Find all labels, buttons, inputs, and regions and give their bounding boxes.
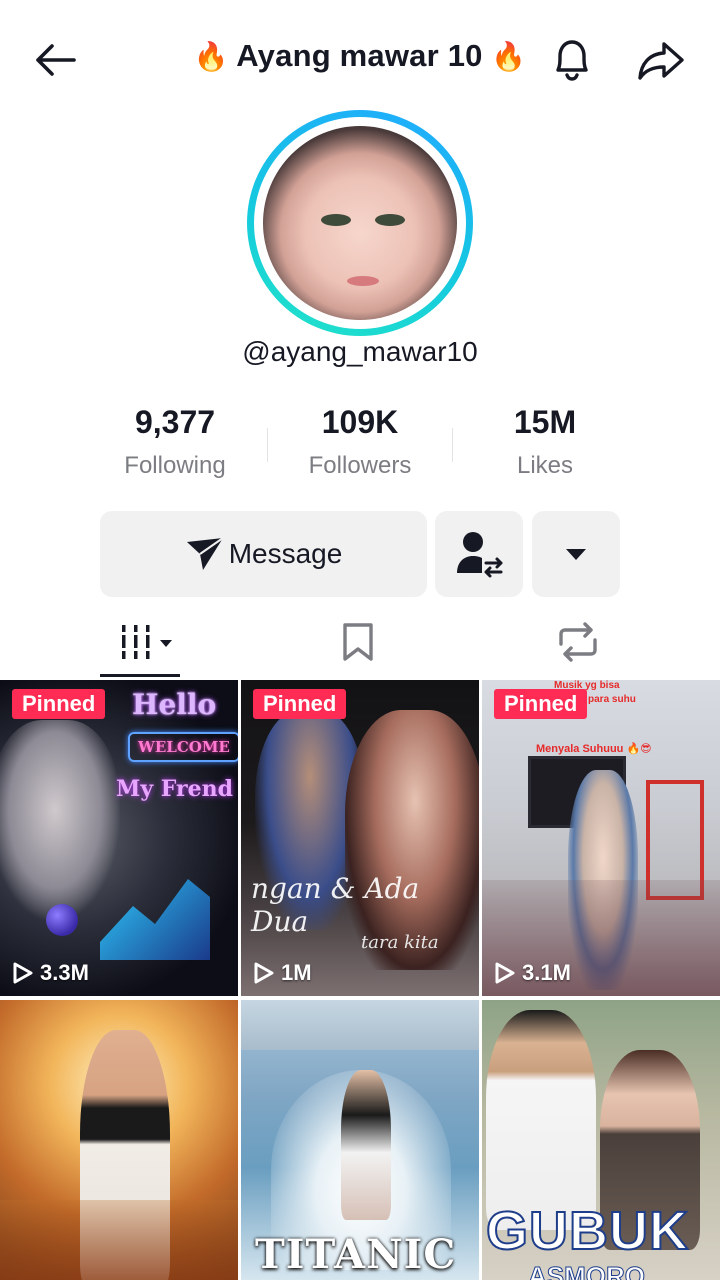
view-count-value: 3.3M xyxy=(40,960,89,985)
video-thumbnail[interactable]: GUBUK ASMORO xyxy=(482,1000,720,1280)
stat-following[interactable]: 9,377 Following xyxy=(82,404,268,480)
play-icon xyxy=(254,962,274,984)
profile-title: 🔥 Ayang mawar 10 🔥 xyxy=(0,38,720,74)
stat-label: Following xyxy=(124,452,226,479)
pinned-badge: Pinned xyxy=(12,689,106,719)
avatar-detail xyxy=(321,214,351,226)
send-icon xyxy=(186,537,224,570)
view-count: 3.1M xyxy=(494,960,571,986)
overlay-text: GUBUK xyxy=(485,1200,689,1262)
stat-likes[interactable]: 15M Likes xyxy=(452,404,638,480)
pinned-badge: Pinned xyxy=(253,689,347,719)
view-count-value: 1M xyxy=(281,960,312,985)
share-button[interactable] xyxy=(634,36,686,84)
video-thumbnail[interactable]: Musik yg bisa kan para suhu Menyala Suhu… xyxy=(482,680,720,996)
message-button[interactable]: Message xyxy=(100,511,427,597)
thumbnail-graphic xyxy=(0,1200,238,1280)
overlay-text: WELCOME xyxy=(128,732,238,762)
overlay-text: TITANIC xyxy=(255,1231,457,1278)
avatar-detail xyxy=(375,214,405,226)
pinned-badge: Pinned xyxy=(494,689,588,719)
stat-value: 109K xyxy=(321,404,399,440)
profile-header: 🔥 Ayang mawar 10 🔥 xyxy=(0,0,720,120)
video-thumbnail[interactable]: ngan & Ada Dua tara kita Pinned 1M xyxy=(241,680,479,996)
overlay-text: ASMORO xyxy=(528,1261,646,1280)
notification-bell-button[interactable] xyxy=(548,34,596,84)
thumbnail-graphic xyxy=(241,1000,479,1050)
bookmark-icon xyxy=(343,623,373,661)
avatar-detail xyxy=(347,276,379,286)
username: @ayang_mawar10 xyxy=(242,336,478,367)
overlay-text: ngan & Ada Dua xyxy=(251,872,420,938)
fire-icon: 🔥 xyxy=(491,41,527,72)
stat-label: Followers xyxy=(308,452,412,479)
play-icon xyxy=(495,962,515,984)
thumbnail-figure xyxy=(0,720,120,920)
overlay-text: Hello xyxy=(132,688,217,721)
video-grid: Hello WELCOME My Frend Pinned 3.3M ngan … xyxy=(0,680,720,1280)
avatar-frame xyxy=(254,117,466,329)
active-tab-indicator xyxy=(100,674,180,677)
video-thumbnail[interactable] xyxy=(0,1000,238,1280)
profile-title-text: Ayang mawar 10 xyxy=(236,38,483,73)
content-tabs xyxy=(0,610,720,680)
user-swap-icon xyxy=(457,532,503,578)
grid-bars-icon xyxy=(118,625,172,659)
view-count-value: 3.1M xyxy=(522,960,571,985)
message-button-label: Message xyxy=(228,538,343,569)
tab-reposts[interactable] xyxy=(518,610,638,674)
stat-value: 9,377 xyxy=(134,404,216,440)
overlay-text: Menyala Suhuuu 🔥😎 xyxy=(536,743,652,755)
avatar-story-ring[interactable] xyxy=(247,110,473,336)
stat-label: Likes xyxy=(516,452,574,479)
share-arrow-icon xyxy=(638,42,684,80)
tab-favorites[interactable] xyxy=(298,610,418,674)
overlay-text: tara kita xyxy=(361,932,439,953)
thumbnail-figure xyxy=(341,1070,391,1220)
stat-value: 15M xyxy=(513,404,577,440)
video-thumbnail[interactable]: Hello WELCOME My Frend Pinned 3.3M xyxy=(0,680,238,996)
stat-followers[interactable]: 109K Followers xyxy=(267,404,453,480)
more-options-button[interactable] xyxy=(532,511,620,597)
friend-status-button[interactable] xyxy=(435,511,523,597)
avatar xyxy=(263,126,457,320)
play-icon xyxy=(13,962,33,984)
tab-videos[interactable] xyxy=(88,610,208,674)
fire-icon: 🔥 xyxy=(193,41,229,72)
view-count: 3.3M xyxy=(12,960,89,986)
view-count: 1M xyxy=(253,960,312,986)
overlay-text: My Frend xyxy=(116,776,233,802)
repost-icon xyxy=(559,622,597,662)
profile-stats: 9,377 Following 109K Followers 15M Likes xyxy=(82,404,638,488)
thumbnail-graphic xyxy=(46,904,78,936)
thumbnail-figure xyxy=(486,1010,596,1230)
caret-down-icon xyxy=(566,549,586,560)
bell-icon xyxy=(556,40,588,81)
video-thumbnail[interactable]: TITANIC xyxy=(241,1000,479,1280)
